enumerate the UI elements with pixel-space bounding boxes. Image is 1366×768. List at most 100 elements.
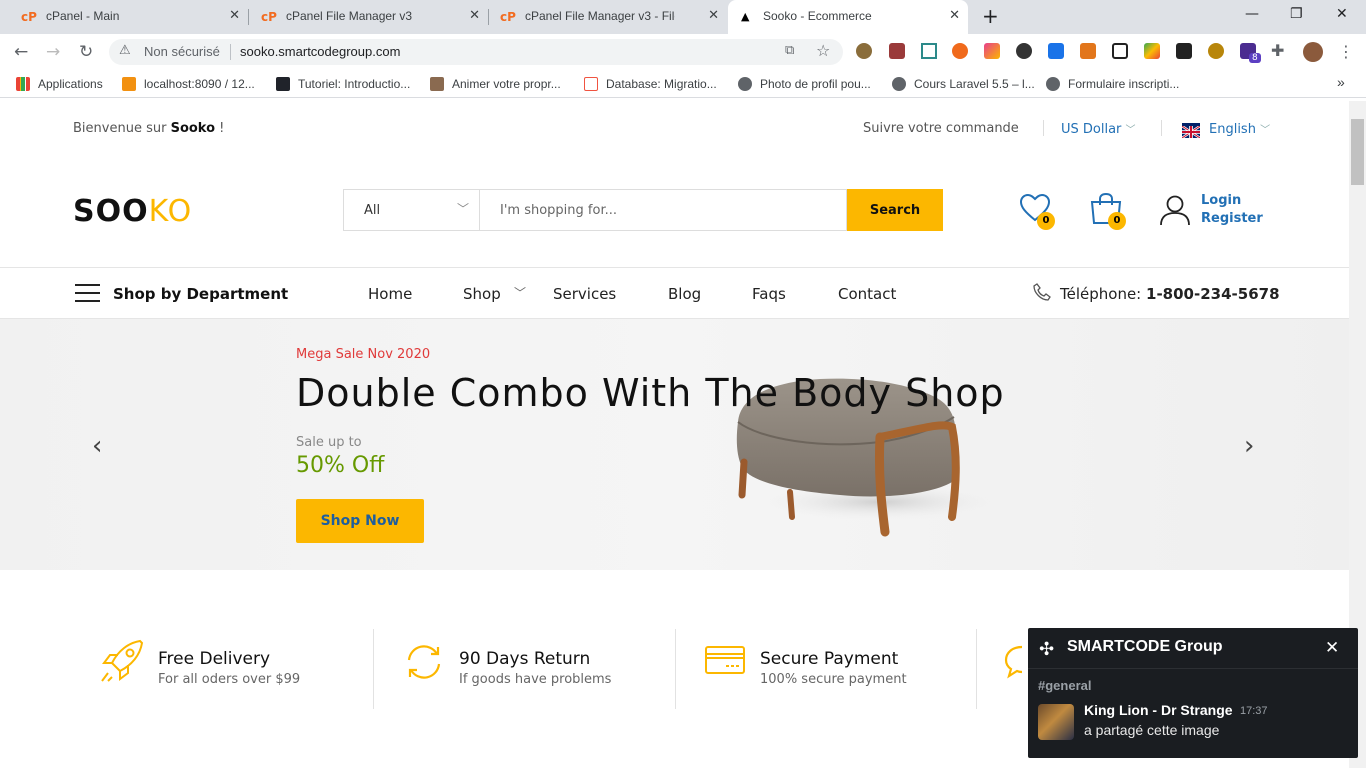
- message-text: a partagé cette image: [1084, 722, 1220, 738]
- register-link[interactable]: Register: [1201, 211, 1263, 226]
- translate-icon[interactable]: ⧉: [785, 43, 794, 58]
- phone-number: 1-800-234-5678: [1146, 285, 1280, 303]
- scrollbar-thumb[interactable]: [1351, 119, 1364, 185]
- chevron-down-icon[interactable]: ﹀: [514, 284, 526, 301]
- slack-notification[interactable]: ✣ SMARTCODE Group ✕ #general King Lion -…: [1028, 628, 1358, 758]
- uk-flag-icon: [1181, 123, 1201, 139]
- bookmark-item[interactable]: Cours Laravel 5.5 – l...: [892, 77, 1035, 91]
- forward-icon[interactable]: →: [46, 42, 60, 62]
- browser-tab[interactable]: cP cPanel File Manager v3 ✕: [240, 0, 488, 34]
- rocket-icon: [100, 639, 146, 687]
- hero-slider: ‹ › Mega Sale Nov 2020 Double Combo With…: [0, 319, 1349, 570]
- extension-icon[interactable]: [1144, 43, 1160, 59]
- close-window-icon[interactable]: ✕: [1336, 6, 1348, 22]
- url-text[interactable]: sooko.smartcodegroup.com: [240, 44, 400, 59]
- bookmark-label: Photo de profil pou...: [760, 77, 871, 91]
- slack-icon: ✣: [1039, 639, 1055, 660]
- browser-tab-strip: cP cPanel - Main ✕ cP cPanel File Manage…: [0, 0, 1366, 34]
- bookmark-item[interactable]: Formulaire inscripti...: [1046, 77, 1179, 91]
- extension-icon[interactable]: [921, 43, 937, 59]
- extension-icon[interactable]: [952, 43, 968, 59]
- extension-icon[interactable]: [1048, 43, 1064, 59]
- browser-tab-active[interactable]: ▲ Sooko - Ecommerce ✕: [728, 0, 968, 34]
- chevron-more-icon[interactable]: »: [1337, 74, 1345, 90]
- omnibox[interactable]: ⚠ Non sécurisé sooko.smartcodegroup.com …: [109, 39, 843, 65]
- extension-icon[interactable]: [1208, 43, 1224, 59]
- metamask-icon[interactable]: [1080, 43, 1096, 59]
- notification-divider: [1028, 668, 1358, 669]
- back-icon[interactable]: ←: [14, 42, 28, 62]
- bookmark-label: Database: Migratio...: [606, 77, 717, 91]
- security-label: Non sécurisé: [144, 44, 220, 59]
- warning-icon: ⚠: [119, 43, 131, 58]
- pma-icon: [122, 77, 136, 91]
- close-icon[interactable]: ✕: [1325, 638, 1339, 658]
- browser-tab[interactable]: cP cPanel - Main ✕: [0, 0, 248, 34]
- shop-now-button[interactable]: Shop Now: [296, 499, 424, 543]
- topbar-divider: [1043, 120, 1044, 136]
- welcome-text: Bienvenue sur Sooko !: [73, 121, 224, 136]
- shop-by-department[interactable]: Shop by Department: [113, 285, 288, 303]
- search-input[interactable]: [479, 189, 847, 231]
- bookmark-item[interactable]: localhost:8090 / 12...: [122, 77, 255, 91]
- extension-icon[interactable]: [856, 43, 872, 59]
- wishlist-count-badge: 0: [1037, 212, 1055, 230]
- nav-blog[interactable]: Blog: [668, 285, 701, 303]
- browser-tab[interactable]: cP cPanel File Manager v3 - File Upl ✕: [479, 0, 727, 34]
- restore-icon[interactable]: ❐: [1290, 6, 1303, 22]
- close-icon[interactable]: ✕: [949, 8, 960, 23]
- extension-icon[interactable]: [1112, 43, 1128, 59]
- feature-title: 90 Days Return: [459, 649, 591, 669]
- feature-divider: [373, 629, 374, 709]
- phone-icon: [1033, 283, 1051, 305]
- bookmark-item[interactable]: Applications: [16, 77, 103, 91]
- search-button[interactable]: Search: [847, 189, 943, 231]
- extension-icon[interactable]: [1176, 43, 1192, 59]
- track-order-link[interactable]: Suivre votre commande: [863, 121, 1019, 136]
- reload-icon[interactable]: ↻: [79, 42, 93, 62]
- category-select[interactable]: All ﹀: [343, 189, 480, 231]
- globe-icon: [892, 77, 906, 91]
- close-icon[interactable]: ✕: [708, 8, 719, 23]
- feature-subtitle: If goods have problems: [459, 672, 612, 687]
- bookmark-label: Applications: [38, 77, 103, 91]
- puzzle-icon[interactable]: ✚: [1271, 41, 1284, 60]
- workspace-name: SMARTCODE Group: [1067, 638, 1223, 655]
- language-select[interactable]: English ﹀: [1209, 121, 1270, 137]
- bookmark-icon: [430, 77, 444, 91]
- nav-contact[interactable]: Contact: [838, 285, 896, 303]
- extension-icon[interactable]: [984, 43, 1000, 59]
- bookmark-item[interactable]: Photo de profil pou...: [738, 77, 871, 91]
- next-slide-icon[interactable]: ›: [1244, 431, 1254, 461]
- menu-icon[interactable]: ⋮: [1338, 42, 1354, 61]
- tab-title: Sooko - Ecommerce: [763, 9, 872, 23]
- triangle-icon: ▲: [741, 10, 750, 23]
- bookmark-item[interactable]: Animer votre propr...: [430, 77, 561, 91]
- feature-divider: [976, 629, 977, 709]
- bookmark-item[interactable]: Database: Migratio...: [584, 77, 717, 91]
- nav-faqs[interactable]: Faqs: [752, 285, 786, 303]
- new-tab-icon[interactable]: +: [982, 4, 999, 28]
- nav-home[interactable]: Home: [368, 285, 412, 303]
- phone-text: Téléphone: 1-800-234-5678: [1060, 285, 1280, 303]
- hamburger-icon[interactable]: [75, 283, 100, 307]
- currency-select[interactable]: US Dollar ﹀: [1061, 121, 1136, 137]
- cpanel-icon: cP: [261, 10, 277, 24]
- prev-slide-icon[interactable]: ‹: [92, 431, 102, 461]
- extension-icon[interactable]: [889, 43, 905, 59]
- minimize-icon[interactable]: —: [1245, 6, 1259, 22]
- hero-title: Double Combo With The Body Shop: [296, 371, 1005, 415]
- avatar[interactable]: [1303, 42, 1323, 62]
- user-icon[interactable]: [1159, 194, 1191, 230]
- close-icon[interactable]: ✕: [229, 8, 240, 23]
- site-logo[interactable]: SOOKO: [73, 194, 192, 229]
- feature-subtitle: 100% secure payment: [760, 672, 907, 687]
- bookmark-item[interactable]: Tutoriel: Introductio...: [276, 77, 410, 91]
- nav-shop[interactable]: Shop: [463, 285, 501, 303]
- login-link[interactable]: Login: [1201, 193, 1241, 208]
- extension-icon[interactable]: [1016, 43, 1032, 59]
- star-icon[interactable]: ☆: [816, 41, 830, 60]
- nav-services[interactable]: Services: [553, 285, 616, 303]
- sender-name: King Lion - Dr Strange: [1084, 702, 1233, 718]
- bookmark-label: Formulaire inscripti...: [1068, 77, 1180, 91]
